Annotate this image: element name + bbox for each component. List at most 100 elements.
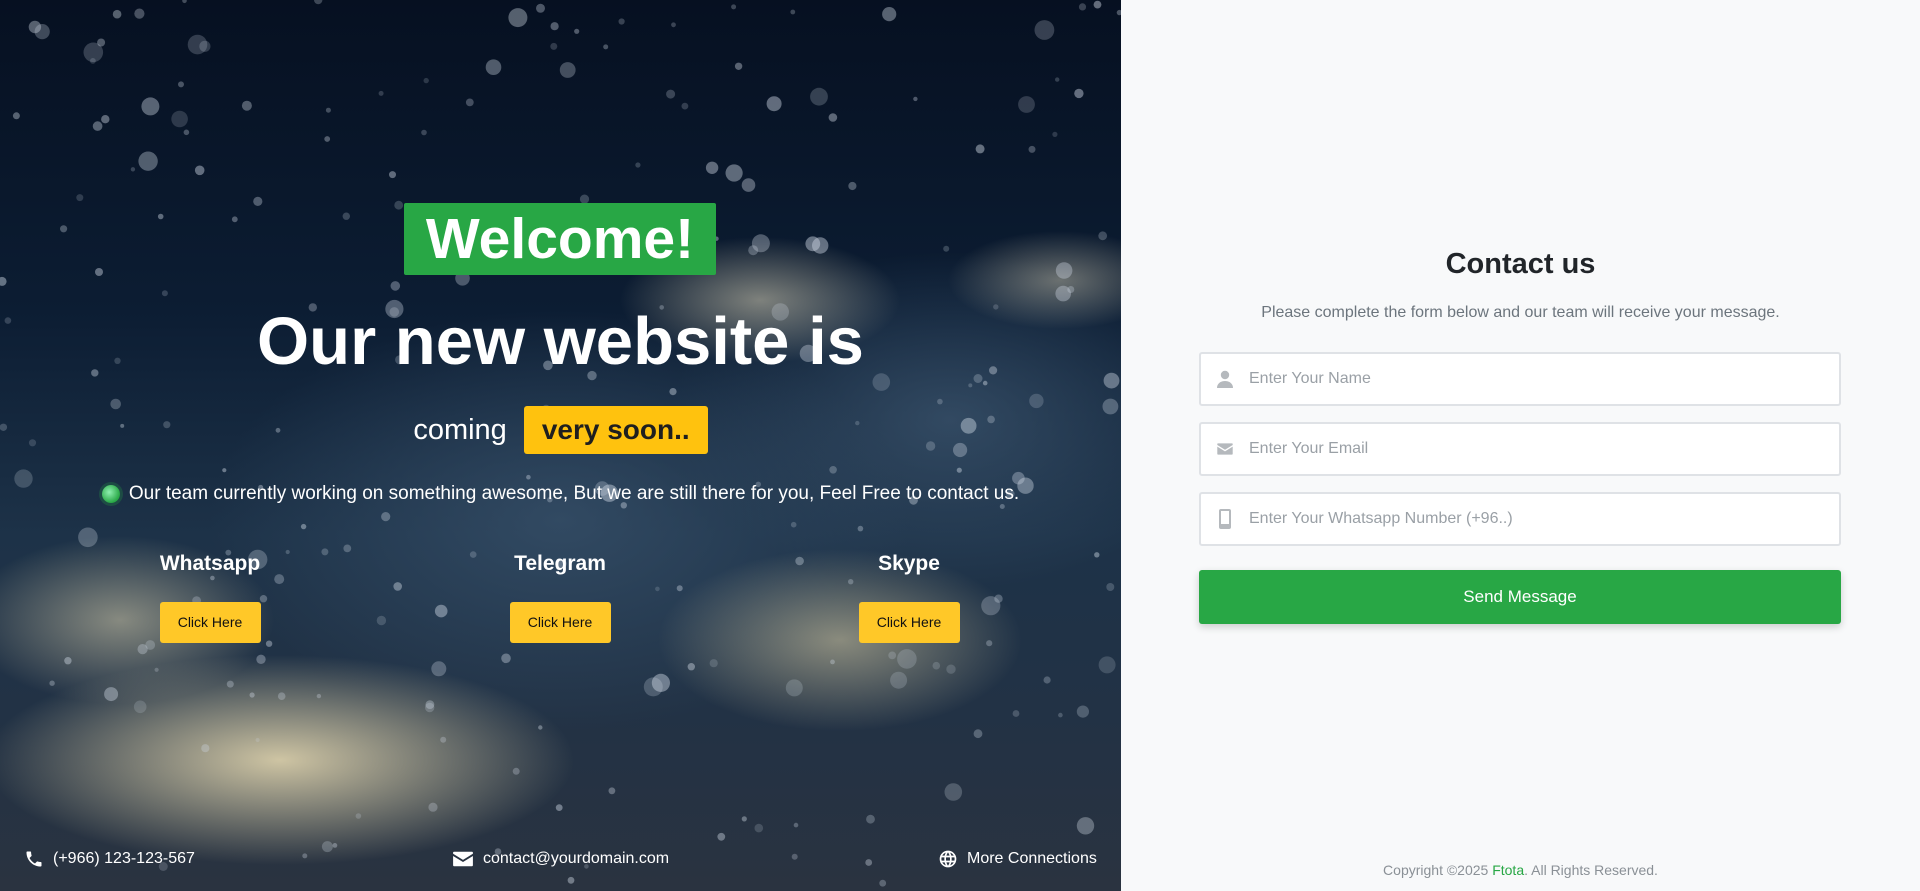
snow-particle (440, 736, 447, 743)
snow-particle (485, 59, 502, 75)
snow-particle (342, 212, 350, 220)
email-field (1199, 422, 1841, 476)
snow-particle (550, 22, 559, 31)
whatsapp-field (1199, 492, 1841, 546)
snow-particle (975, 144, 985, 154)
envelope-icon (453, 851, 473, 867)
snow-particle (1012, 710, 1020, 717)
telegram-button[interactable]: Click Here (509, 602, 611, 643)
channel-title: Telegram (514, 552, 606, 575)
snow-particle (465, 98, 474, 107)
globe-icon (939, 850, 957, 868)
welcome-badge: Welcome! (404, 203, 716, 275)
brand-link[interactable]: Ftota (1492, 862, 1524, 878)
snow-particle (222, 468, 227, 473)
snow-particle (725, 164, 743, 182)
name-field (1199, 352, 1841, 406)
snow-particle (194, 165, 205, 176)
snow-particle (428, 802, 438, 812)
footer-phone[interactable]: (+966) 123-123-567 (24, 847, 195, 871)
channel-telegram: Telegram Click Here (460, 550, 660, 643)
snow-particle (651, 673, 671, 693)
whatsapp-button[interactable]: Click Here (159, 602, 261, 643)
channel-skype: Skype Click Here (809, 550, 1009, 643)
snow-particle (805, 236, 821, 252)
snow-particle (790, 521, 797, 528)
snow-particle (314, 0, 323, 5)
contact-subtitle: Please complete the form below and our t… (1261, 304, 1780, 321)
snow-particle (1043, 676, 1051, 684)
snow-particle (848, 181, 857, 191)
snow-particle (559, 62, 576, 78)
snow-particle (766, 96, 782, 112)
snow-particle (666, 89, 676, 99)
whatsapp-input[interactable] (1249, 494, 1839, 544)
snow-particle (104, 687, 119, 702)
snow-particle (178, 81, 184, 88)
snow-particle (791, 853, 798, 860)
snow-particle (300, 523, 307, 530)
snow-particle (49, 680, 55, 686)
footer-more-connections[interactable]: More Connections (938, 847, 1097, 871)
very-soon-badge: very soon.. (523, 406, 708, 454)
snow-particle (423, 77, 429, 84)
snow-particle (882, 7, 897, 22)
snow-particle (1093, 0, 1102, 9)
snow-particle (512, 767, 520, 775)
snow-particle (277, 692, 286, 700)
snow-particle (681, 102, 689, 110)
copyright-suffix: . All Rights Reserved. (1524, 862, 1658, 878)
name-input[interactable] (1249, 354, 1839, 404)
snow-particle (425, 702, 435, 713)
snow-particle (943, 245, 950, 252)
channel-title: Skype (878, 552, 940, 575)
snow-particle (421, 129, 427, 136)
footer-email[interactable]: contact@yourdomain.com (452, 847, 669, 871)
snow-particle (1106, 583, 1115, 591)
snow-particle (316, 693, 322, 699)
user-icon (1201, 370, 1249, 388)
contact-title: Contact us (1445, 248, 1596, 280)
snow-particle (508, 8, 528, 28)
snow-particle (157, 213, 164, 220)
snow-particle (829, 466, 837, 474)
snow-particle (932, 661, 941, 670)
snow-particle (343, 544, 352, 553)
snow-particle (608, 787, 616, 795)
snow-particle (741, 178, 756, 192)
snow-particle (946, 664, 956, 674)
snow-particle (635, 162, 641, 168)
team-message: Our team currently working on something … (0, 482, 1121, 506)
snow-particle (810, 87, 828, 106)
snow-particle (1052, 131, 1058, 137)
snow-particle (381, 511, 391, 522)
snow-particle (944, 783, 963, 801)
snow-particle (378, 90, 384, 96)
snow-particle (785, 679, 803, 697)
snow-particle (897, 649, 917, 669)
email-input[interactable] (1249, 424, 1839, 474)
snow-particle (890, 671, 908, 689)
snow-particle (253, 196, 263, 206)
contact-section: Contact us Please complete the form belo… (1121, 0, 1920, 891)
hero-section: Welcome! Our new website is coming very … (0, 0, 1121, 891)
send-message-button[interactable]: Send Message (1199, 570, 1841, 624)
snow-particle (112, 9, 122, 19)
snow-particle (154, 667, 159, 672)
snow-particle (857, 525, 864, 532)
snow-particle (34, 24, 50, 40)
snow-particle (574, 28, 580, 34)
snow-particle (199, 40, 211, 52)
status-dot-icon (101, 485, 120, 503)
snow-particle (717, 832, 726, 841)
snow-particle (130, 167, 136, 172)
footer-phone-text: (+966) 123-123-567 (53, 850, 195, 867)
snow-particle (603, 44, 609, 50)
skype-button[interactable]: Click Here (858, 602, 960, 643)
snow-particle (201, 744, 210, 753)
snow-particle (394, 200, 404, 210)
snow-particle (671, 22, 676, 28)
snow-particle (669, 388, 677, 396)
snow-particle (321, 841, 333, 853)
snow-particle (741, 816, 747, 822)
